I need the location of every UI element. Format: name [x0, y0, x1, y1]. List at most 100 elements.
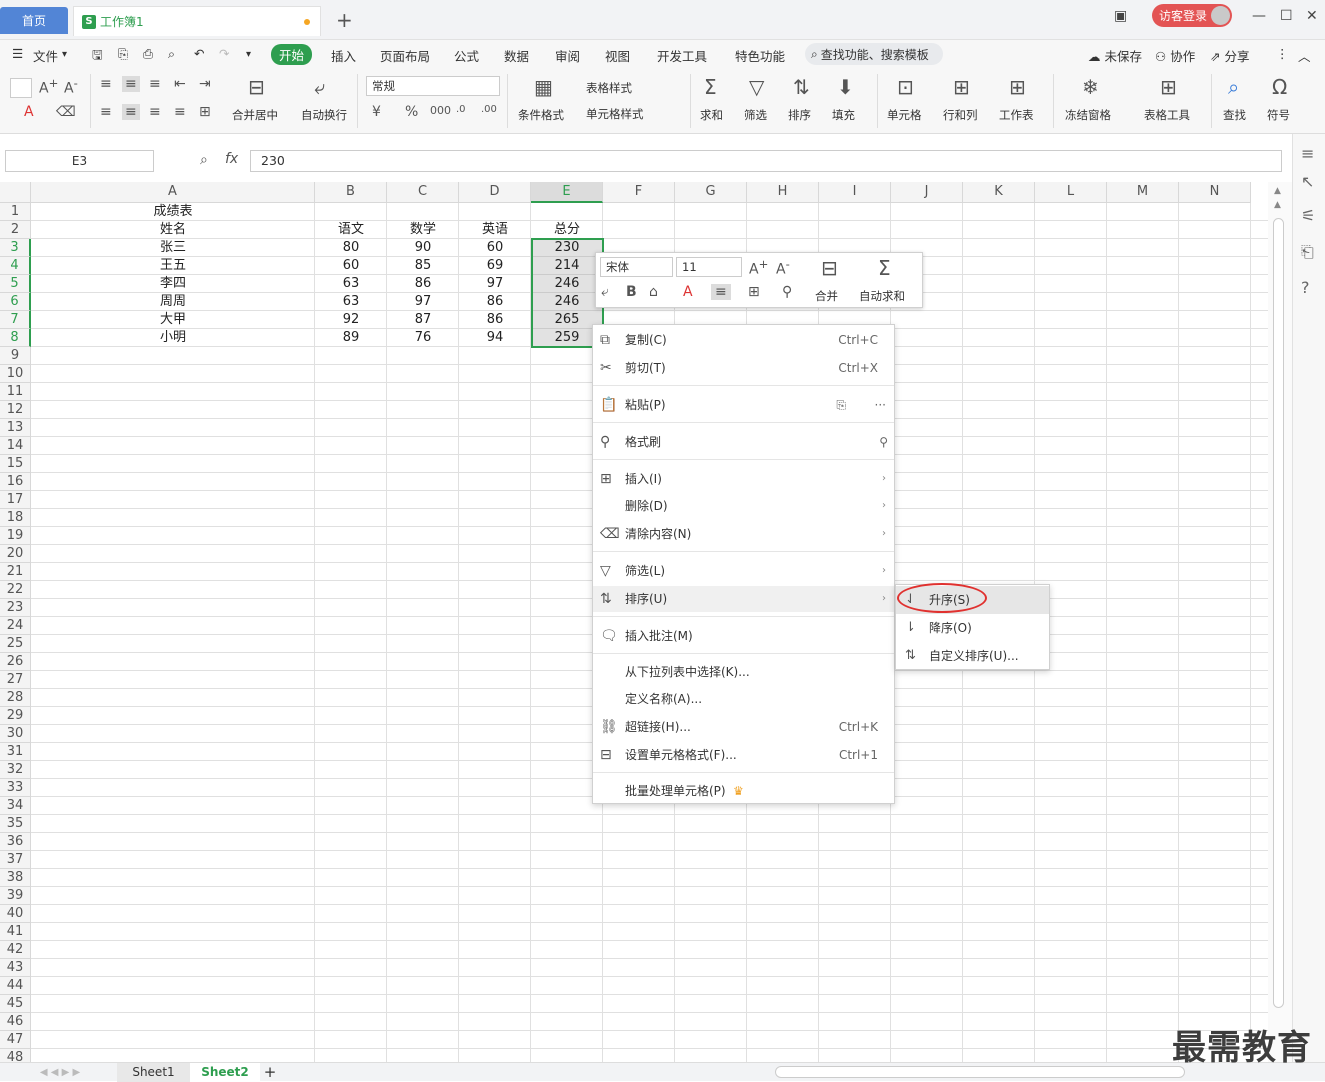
column-header-C[interactable]: C — [387, 182, 459, 203]
row-header-3[interactable]: 3 — [0, 239, 31, 257]
tab-workbook[interactable]: S 工作簿1 — [73, 6, 321, 36]
backup-icon[interactable]: ⎗ — [1301, 242, 1314, 262]
font-color-icon[interactable]: A — [24, 104, 34, 120]
row-header-10[interactable]: 10 — [0, 365, 31, 383]
print-preview-icon[interactable]: ⌕ — [168, 46, 175, 62]
mini-autosum-button[interactable]: 自动求和 — [859, 288, 905, 304]
sheet-tab-2[interactable]: Sheet2 — [190, 1063, 260, 1082]
column-header-G[interactable]: G — [675, 182, 747, 203]
sort-custom[interactable]: ⇅ 自定义排序(U)... — [896, 642, 1049, 670]
row-header-23[interactable]: 23 — [0, 599, 31, 617]
cell-D6[interactable]: 86 — [459, 293, 531, 311]
worksheet-icon[interactable]: ⊞ — [1009, 76, 1026, 98]
row-column-icon[interactable]: ⊞ — [953, 76, 970, 98]
ctx-delete[interactable]: 删除(D) › — [593, 493, 894, 519]
fill-icon[interactable]: ⬇ — [837, 76, 854, 98]
wrap-text-button[interactable]: 自动换行 — [301, 107, 347, 123]
row-header-33[interactable]: 33 — [0, 779, 31, 797]
vertical-scrollbar[interactable]: ▲ ▲ — [1268, 182, 1292, 1062]
freeze-panes-button[interactable]: 冻结窗格 — [1065, 107, 1111, 123]
cell-D8[interactable]: 94 — [459, 329, 531, 347]
cell-C5[interactable]: 86 — [387, 275, 459, 293]
cell-B3[interactable]: 80 — [315, 239, 387, 257]
cell-A7[interactable]: 大甲 — [31, 311, 315, 329]
cell-C4[interactable]: 85 — [387, 257, 459, 275]
cell-button[interactable]: 单元格 — [887, 107, 922, 123]
mini-size-combo[interactable]: 11 — [676, 257, 742, 277]
mini-wrap-icon[interactable]: ⤶ — [601, 284, 609, 300]
select-cursor-icon[interactable]: ↖ — [1301, 172, 1314, 191]
column-header-B[interactable]: B — [315, 182, 387, 203]
mini-format-painter-icon[interactable]: ⚲ — [782, 284, 792, 300]
more-icon[interactable]: ⋮ — [1276, 46, 1289, 61]
undo-icon[interactable]: ↶ — [194, 46, 204, 61]
indent-decrease-icon[interactable]: ⇤ — [174, 76, 186, 92]
scroll-up-icon[interactable]: ▲ — [1274, 186, 1281, 196]
mini-font-grow-icon[interactable]: A+ — [749, 257, 768, 278]
cell-B5[interactable]: 63 — [315, 275, 387, 293]
cell-B2[interactable]: 语文 — [315, 221, 387, 239]
ctx-hyperlink[interactable]: ⛓ 超链接(H)... Ctrl+K — [593, 714, 894, 740]
row-header-30[interactable]: 30 — [0, 725, 31, 743]
ctx-comment[interactable]: 🗨 插入批注(M) — [593, 623, 894, 649]
row-header-45[interactable]: 45 — [0, 995, 31, 1013]
row-header-11[interactable]: 11 — [0, 383, 31, 401]
minimize-icon[interactable]: — — [1252, 8, 1266, 24]
ctx-format-painter[interactable]: ⚲ 格式刷 ⚲ — [593, 429, 894, 455]
column-header-L[interactable]: L — [1035, 182, 1107, 203]
customize-chevron-icon[interactable]: ▾ — [246, 49, 251, 60]
row-header-42[interactable]: 42 — [0, 941, 31, 959]
cell-E6[interactable]: 246 — [531, 293, 603, 311]
row-header-34[interactable]: 34 — [0, 797, 31, 815]
justify-icon[interactable]: ≡ — [174, 104, 186, 120]
find-button[interactable]: 查找 — [1223, 107, 1246, 123]
row-header-14[interactable]: 14 — [0, 437, 31, 455]
column-header-F[interactable]: F — [603, 182, 675, 203]
cell-A1[interactable]: 成绩表 — [31, 203, 315, 221]
increase-decimal-icon[interactable]: .0 — [456, 104, 466, 115]
window-layout-icon[interactable]: ▣ — [1114, 8, 1127, 24]
cell-A4[interactable]: 王五 — [31, 257, 315, 275]
cell-A5[interactable]: 李四 — [31, 275, 315, 293]
row-header-4[interactable]: 4 — [0, 257, 31, 275]
eraser-icon[interactable]: ⌫ — [56, 104, 76, 120]
ctx-filter[interactable]: ▽ 筛选(L) › — [593, 558, 894, 584]
ctx-cell-format[interactable]: ⊟ 设置单元格格式(F)... Ctrl+1 — [593, 742, 894, 768]
cell-D4[interactable]: 69 — [459, 257, 531, 275]
row-header-36[interactable]: 36 — [0, 833, 31, 851]
menu-insert[interactable]: 插入 — [331, 46, 356, 65]
row-header-19[interactable]: 19 — [0, 527, 31, 545]
row-header-47[interactable]: 47 — [0, 1031, 31, 1049]
font-grow-icon[interactable]: A+ — [39, 76, 58, 97]
save-icon[interactable]: 🖫 — [92, 46, 103, 67]
menu-review[interactable]: 审阅 — [555, 46, 580, 65]
ctx-paste[interactable]: 📋 粘贴(P) ⎘ ··· — [593, 392, 894, 418]
row-header-16[interactable]: 16 — [0, 473, 31, 491]
cell-C3[interactable]: 90 — [387, 239, 459, 257]
cell-B6[interactable]: 63 — [315, 293, 387, 311]
format-painter-pin-icon[interactable]: ⚲ — [879, 429, 888, 455]
wrap-text-icon[interactable]: ⤶ — [314, 76, 325, 98]
menu-formula[interactable]: 公式 — [454, 46, 479, 65]
align-bottom-icon[interactable]: ≡ — [149, 76, 161, 92]
column-header-M[interactable]: M — [1107, 182, 1179, 203]
share-button[interactable]: ⇗ 分享 — [1210, 46, 1249, 65]
menu-developer[interactable]: 开发工具 — [657, 46, 707, 65]
column-header-J[interactable]: J — [891, 182, 963, 203]
symbol-button[interactable]: 符号 — [1267, 107, 1290, 123]
row-header-7[interactable]: 7 — [0, 311, 31, 329]
merge-center-icon[interactable]: ⊟ — [248, 76, 265, 98]
column-header-A[interactable]: A — [31, 182, 315, 203]
unsaved-status[interactable]: ☁ 未保存 — [1088, 46, 1142, 65]
settings-sliders-icon[interactable]: ⚟ — [1301, 206, 1315, 225]
column-header-E[interactable]: E — [531, 182, 603, 203]
row-header-5[interactable]: 5 — [0, 275, 31, 293]
cell-C2[interactable]: 数学 — [387, 221, 459, 239]
align-top-icon[interactable]: ≡ — [100, 76, 112, 92]
row-header-8[interactable]: 8 — [0, 329, 31, 347]
menu-view[interactable]: 视图 — [605, 46, 630, 65]
align-middle-icon[interactable]: ≡ — [122, 76, 140, 92]
cell-D5[interactable]: 97 — [459, 275, 531, 293]
filter-icon[interactable]: ▽ — [749, 76, 764, 98]
select-all-corner[interactable] — [0, 182, 31, 203]
